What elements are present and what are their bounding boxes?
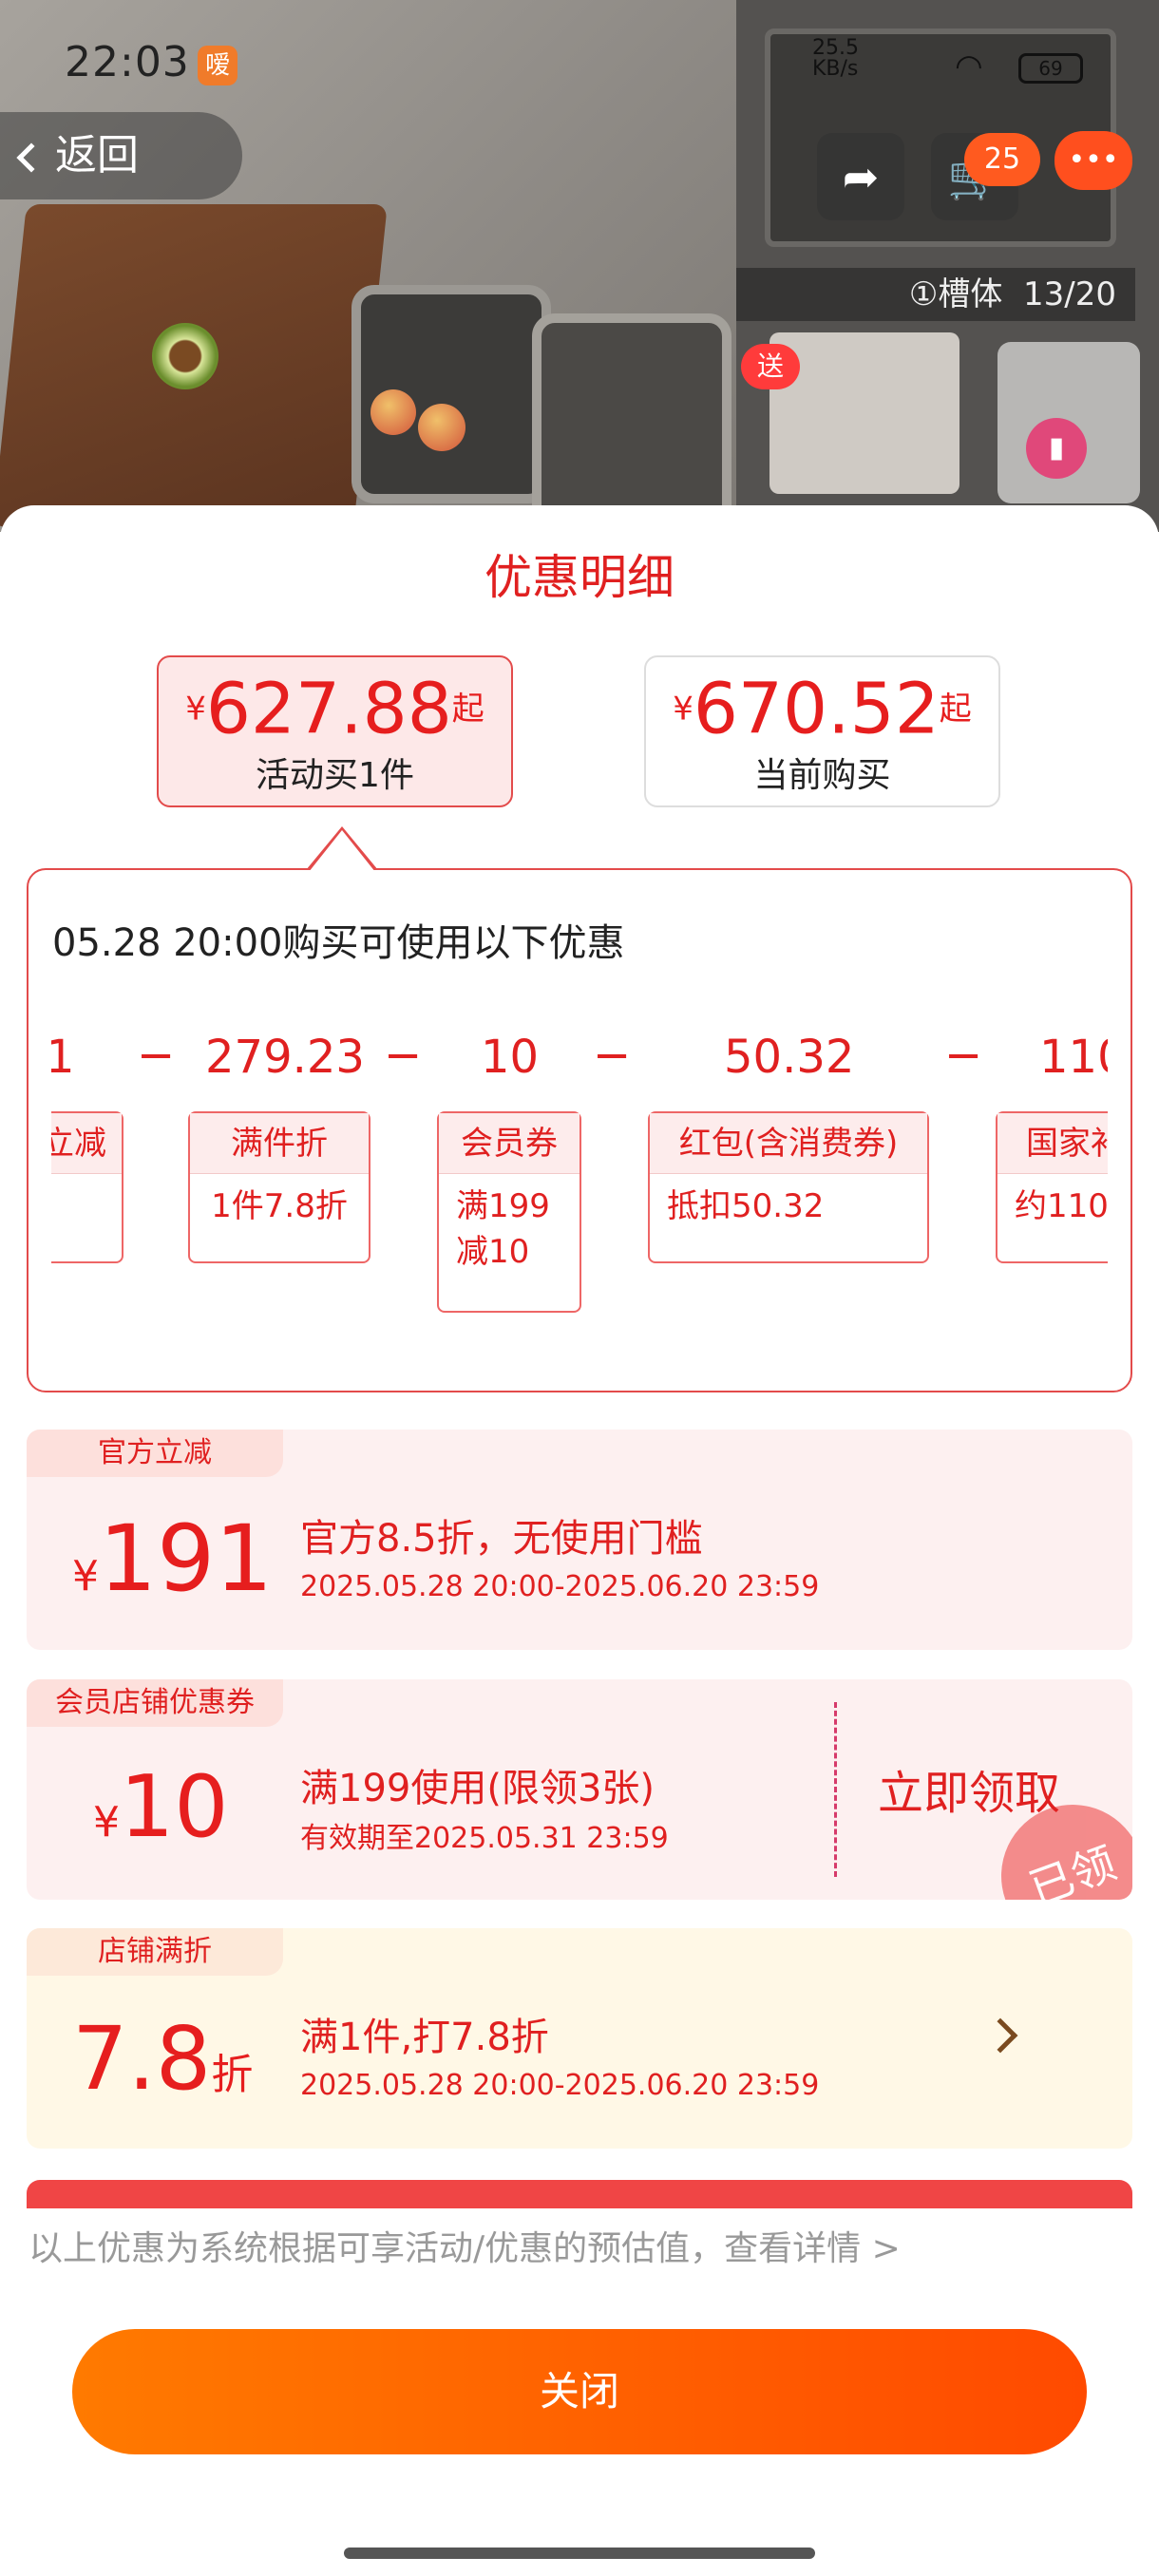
discount-tag-member-coupon: 会员券 满199 减10 bbox=[437, 1111, 581, 1313]
back-button[interactable]: 返回 bbox=[0, 112, 242, 199]
image-caption: ①槽体 bbox=[908, 275, 1003, 313]
calc-value: 279.23 bbox=[205, 1031, 365, 1084]
activity-price: 627.88 bbox=[205, 668, 452, 750]
card-description: 满1件,打7.8折 bbox=[300, 2016, 549, 2059]
breakdown-scroll-row[interactable]: 1 − 279.23 − 10 − 50.32 − 110 立减 满件折 1件7… bbox=[51, 1007, 1108, 1349]
apple-graphic bbox=[418, 404, 466, 451]
network-speed: 25.5 KB/s bbox=[812, 36, 859, 81]
calc-value: 50.32 bbox=[724, 1031, 855, 1084]
chart-icon[interactable]: ▮ bbox=[1026, 418, 1087, 479]
sheet-title: 优惠明细 bbox=[484, 550, 674, 605]
home-indicator[interactable] bbox=[344, 2548, 815, 2559]
image-counter: 13/20 bbox=[1023, 275, 1116, 313]
discount-tag-national-subsidy: 国家补 约110 bbox=[996, 1111, 1108, 1263]
card-validity: 2025.05.28 20:00-2025.06.20 23:59 bbox=[300, 1570, 820, 1603]
cart-count-badge: 25 bbox=[964, 133, 1040, 186]
minus-operator: − bbox=[944, 1029, 983, 1082]
discount-card-official: 官方立减 ¥191 官方8.5折，无使用门槛 2025.05.28 20:00-… bbox=[27, 1430, 1132, 1650]
share-icon: ➦ bbox=[842, 151, 880, 202]
chevron-left-icon bbox=[16, 142, 47, 173]
discount-card-store-fold[interactable]: 店铺满折 7.8折 满1件,打7.8折 2025.05.28 20:00-202… bbox=[27, 1928, 1132, 2149]
activity-price-label: 活动买1件 bbox=[256, 755, 414, 795]
minus-operator: − bbox=[593, 1029, 632, 1082]
share-button[interactable]: ➦ bbox=[817, 133, 904, 220]
close-button[interactable]: 关闭 bbox=[72, 2329, 1087, 2454]
breakdown-title: 05.28 20:00购买可使用以下优惠 bbox=[52, 921, 625, 965]
battery-indicator: 69 bbox=[1018, 53, 1083, 84]
discount-tag-red-packet: 红包(含消费券) 抵扣50.32 bbox=[648, 1111, 929, 1263]
price-option-current[interactable]: ¥670.52起 当前购买 bbox=[644, 655, 1000, 807]
wifi-icon: ◠ bbox=[955, 47, 983, 85]
card-tag: 官方立减 bbox=[27, 1430, 283, 1477]
more-options-button[interactable]: ••• bbox=[1054, 131, 1132, 190]
image-caption-bar: ①槽体 13/20 bbox=[736, 268, 1135, 321]
minus-operator: − bbox=[137, 1029, 176, 1082]
app-notification-badge: 嗳 bbox=[198, 46, 238, 85]
current-price: 670.52 bbox=[693, 668, 940, 750]
sink-basin-secondary bbox=[532, 313, 732, 532]
card-tag: 店铺满折 bbox=[27, 1928, 283, 1976]
minus-operator: − bbox=[384, 1029, 423, 1082]
discount-card-national-subsidy bbox=[27, 2180, 1132, 2208]
claim-now-button[interactable]: 立即领取 bbox=[878, 1755, 1060, 1822]
back-label: 返回 bbox=[55, 131, 139, 180]
more-icon: ••• bbox=[1068, 143, 1119, 177]
status-time: 22:03 bbox=[65, 38, 190, 86]
gift-tag: 送 bbox=[741, 344, 800, 389]
calc-value: 10 bbox=[481, 1031, 540, 1084]
calc-value: 1 bbox=[51, 1031, 75, 1084]
discount-tag-official: 立减 bbox=[51, 1111, 124, 1263]
card-amount: 7.8折 bbox=[72, 2008, 254, 2110]
card-validity: 2025.05.28 20:00-2025.06.20 23:59 bbox=[300, 2069, 820, 2102]
current-price-label: 当前购买 bbox=[753, 755, 891, 795]
apple-graphic bbox=[370, 389, 416, 435]
avocado-graphic bbox=[152, 323, 218, 389]
calc-value: 110 bbox=[1039, 1031, 1108, 1084]
price-option-activity[interactable]: ¥627.88起 活动买1件 bbox=[157, 655, 513, 807]
discount-tag-store-fold: 满件折 1件7.8折 bbox=[188, 1111, 370, 1263]
card-description: 官方8.5折，无使用门槛 bbox=[300, 1517, 703, 1561]
footnote-details-link[interactable]: 以上优惠为系统根据可享活动/优惠的预估值，查看详情 > bbox=[28, 2221, 901, 2270]
card-amount: ¥191 bbox=[72, 1506, 274, 1612]
